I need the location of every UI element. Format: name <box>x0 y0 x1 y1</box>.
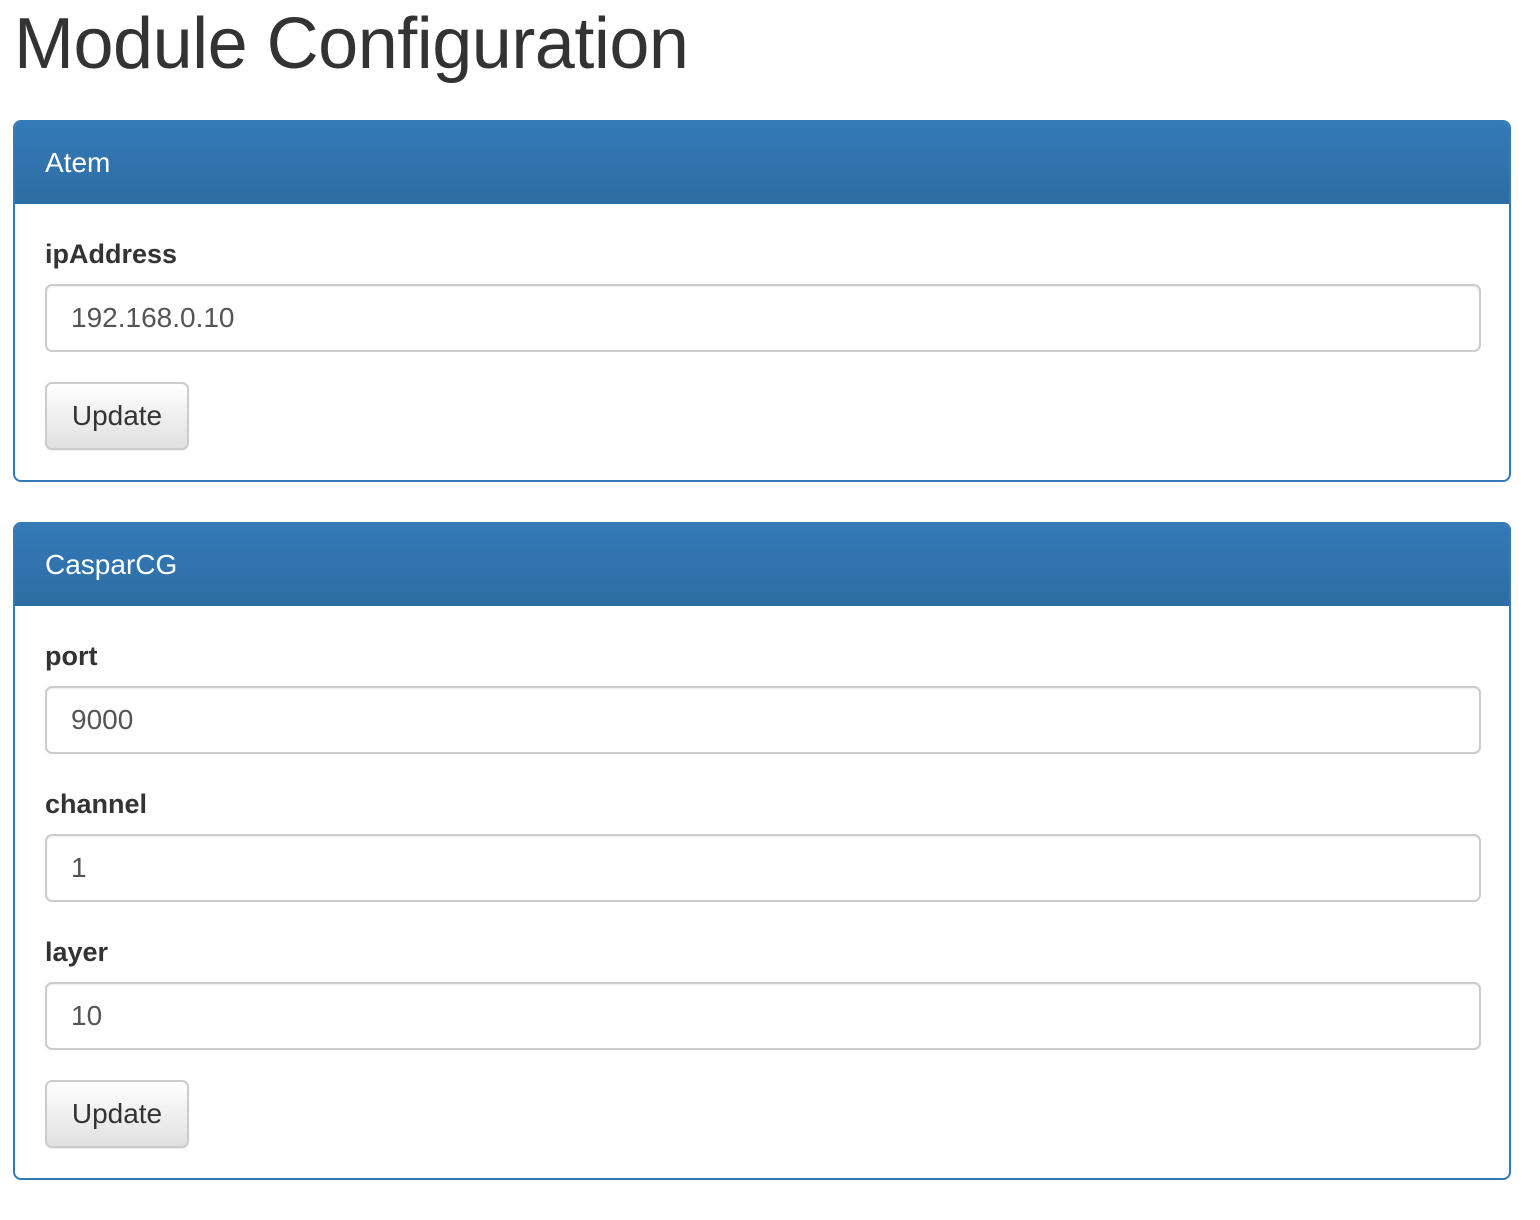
ip-address-label: ipAddress <box>45 239 178 269</box>
ip-address-input[interactable] <box>45 284 1481 352</box>
port-input[interactable] <box>45 686 1481 754</box>
port-label: port <box>45 641 98 671</box>
channel-input[interactable] <box>45 834 1481 902</box>
atem-panel: Atem ipAddress Update <box>13 120 1511 482</box>
layer-input[interactable] <box>45 982 1481 1050</box>
casparcg-panel: CasparCG port channel layer Update <box>13 522 1511 1180</box>
casparcg-panel-heading: CasparCG <box>15 524 1509 606</box>
page-title: Module Configuration <box>14 4 689 84</box>
atem-update-button[interactable]: Update <box>45 382 189 450</box>
channel-label: channel <box>45 789 148 819</box>
layer-label: layer <box>45 937 109 967</box>
casparcg-update-button[interactable]: Update <box>45 1080 189 1148</box>
atem-panel-heading: Atem <box>15 122 1509 204</box>
